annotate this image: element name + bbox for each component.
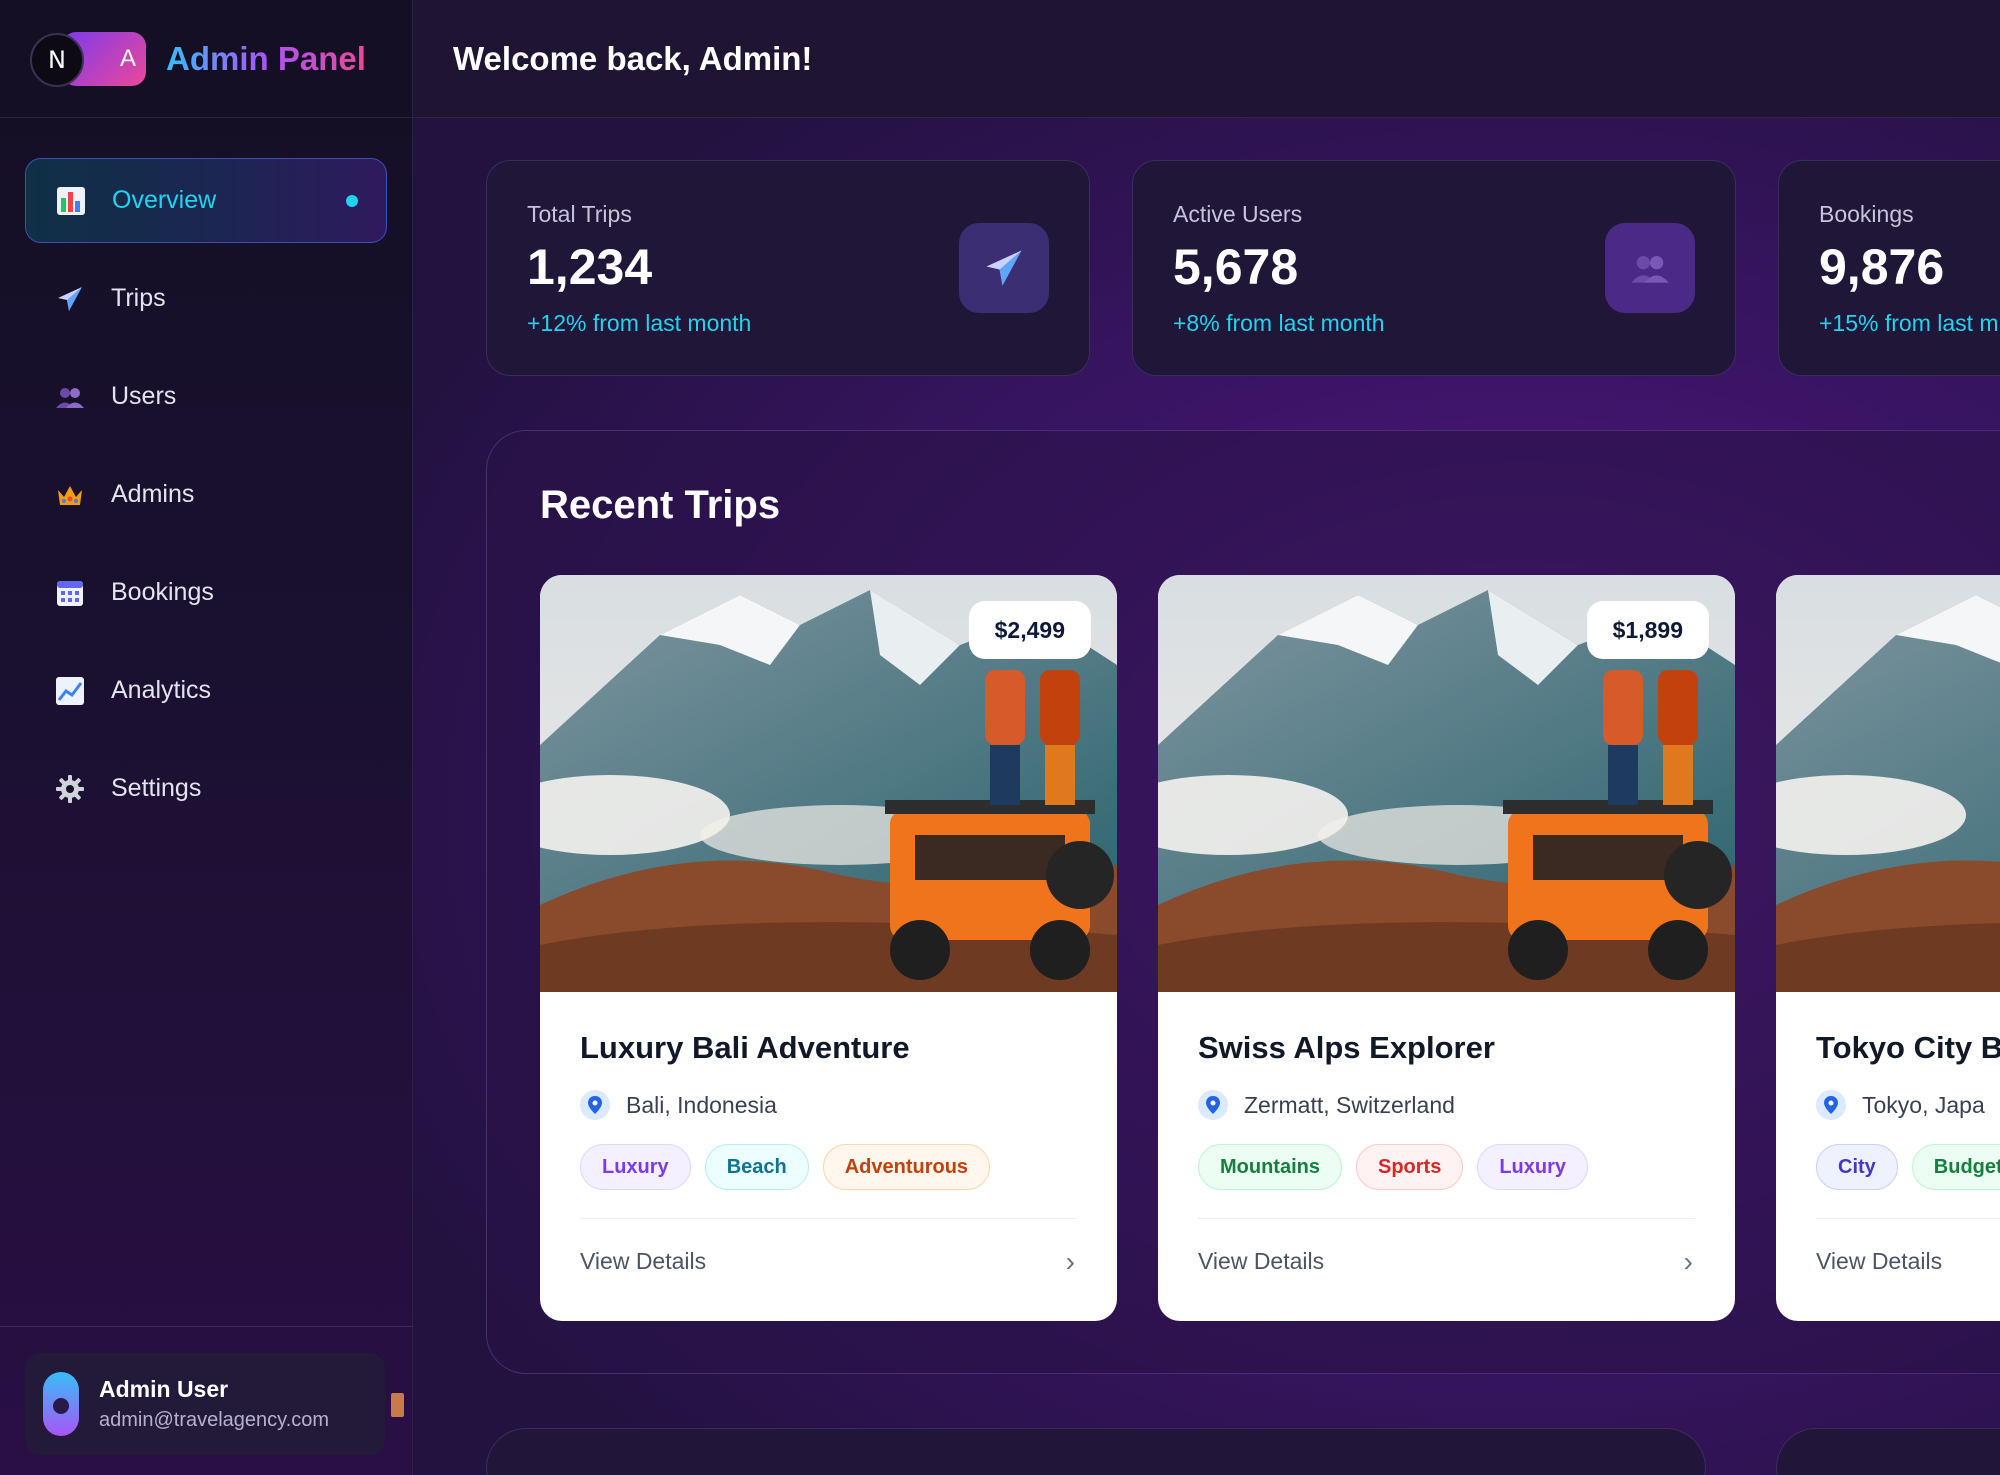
trip-tags: Luxury Beach Adventurous xyxy=(580,1144,1077,1190)
price-badge: $2,499 xyxy=(968,601,1091,659)
sidebar-nav: Overview Trips Users Admins Bookings Ana… xyxy=(0,118,412,831)
trip-image: $1,899 xyxy=(1158,575,1735,992)
sidebar-divider xyxy=(0,1326,413,1327)
location-text: Zermatt, Switzerland xyxy=(1244,1091,1455,1118)
sidebar-item-label: Settings xyxy=(111,774,202,802)
sidebar-item-label: Admins xyxy=(111,480,195,508)
tag: Luxury xyxy=(1477,1144,1589,1190)
user-profile[interactable]: Admin User admin@travelagency.com xyxy=(25,1353,385,1455)
sidebar-item-overview[interactable]: Overview xyxy=(25,158,387,243)
trip-tags: City Budget xyxy=(1816,1144,2000,1190)
user-name: Admin User xyxy=(99,1376,229,1402)
tag: Mountains xyxy=(1198,1144,1342,1190)
users-icon xyxy=(1605,223,1695,313)
view-details-link[interactable]: View Details › xyxy=(580,1218,1077,1304)
bar-chart-icon xyxy=(55,185,87,217)
stat-change: +12% from last month xyxy=(527,310,752,336)
chart-line-icon xyxy=(54,675,86,707)
trip-card[interactable]: $1,899 Swiss Alps Explorer Zermatt, Swit… xyxy=(1158,575,1735,1321)
trip-image: $2,499 xyxy=(540,575,1117,992)
gear-icon xyxy=(54,773,86,805)
sidebar-item-settings[interactable]: Settings xyxy=(25,746,387,831)
tag: Budget xyxy=(1911,1144,2000,1190)
tag: Beach xyxy=(704,1144,809,1190)
airplane-icon xyxy=(54,283,86,315)
price-badge: $1,899 xyxy=(1586,601,1709,659)
stat-card-active-users: Active Users 5,678 +8% from last month xyxy=(1132,160,1736,376)
trip-card-body: Swiss Alps Explorer Zermatt, Switzerland… xyxy=(1158,992,1735,1304)
sidebar-item-trips[interactable]: Trips xyxy=(25,256,387,341)
sidebar: N A Admin Panel Overview Trips Users Adm… xyxy=(0,0,413,1475)
sidebar-item-label: Trips xyxy=(111,284,166,312)
trip-image xyxy=(1776,575,2000,992)
sidebar-item-label: Bookings xyxy=(111,578,214,606)
sidebar-item-admins[interactable]: Admins xyxy=(25,452,387,537)
stat-change: +15% from last m xyxy=(1819,310,1999,336)
trip-location: Bali, Indonesia xyxy=(580,1090,1077,1120)
app-title: Admin Panel xyxy=(166,39,366,77)
trip-tags: Mountains Sports Luxury xyxy=(1198,1144,1695,1190)
trip-card-body: Tokyo City B Tokyo, Japa City Budget Vie… xyxy=(1776,992,2000,1304)
stat-card-bookings: Bookings 9,876 +15% from last m xyxy=(1778,160,2000,376)
trip-title: Luxury Bali Adventure xyxy=(580,1030,910,1065)
page-title: Welcome back, Admin! xyxy=(453,39,813,77)
stats-row: Total Trips 1,234 +12% from last month A… xyxy=(486,160,2000,376)
location-text: Tokyo, Japa xyxy=(1862,1091,1985,1118)
sidebar-item-analytics[interactable]: Analytics xyxy=(25,648,387,733)
resize-handle[interactable] xyxy=(391,1393,404,1417)
n-logo-icon: N xyxy=(30,32,84,87)
location-text: Bali, Indonesia xyxy=(626,1091,777,1118)
sidebar-item-users[interactable]: Users xyxy=(25,354,387,439)
chevron-right-icon: › xyxy=(1683,1245,1693,1277)
stat-value: 9,876 xyxy=(1819,239,1945,295)
calendar-icon xyxy=(54,577,86,609)
bottom-panel xyxy=(1776,1428,2000,1475)
trip-title: Swiss Alps Explorer xyxy=(1198,1030,1495,1065)
trip-title: Tokyo City B xyxy=(1816,1030,2000,1065)
view-details-label: View Details xyxy=(1198,1248,1325,1274)
tag: Adventurous xyxy=(822,1144,991,1190)
trip-card[interactable]: $2,499 Luxury Bali Adventure Bali, Indon… xyxy=(540,575,1117,1321)
trip-card[interactable]: Tokyo City B Tokyo, Japa City Budget Vie… xyxy=(1776,575,2000,1321)
main-content: Welcome back, Admin! Total Trips 1,234 +… xyxy=(413,0,2000,1475)
brand-logo: N A xyxy=(30,30,146,88)
section-title: Recent Trips xyxy=(540,483,781,527)
tag: Sports xyxy=(1356,1144,1464,1190)
user-email: admin@travelagency.com xyxy=(99,1409,330,1431)
location-pin-icon xyxy=(580,1090,610,1120)
trip-location: Zermatt, Switzerland xyxy=(1198,1090,1695,1120)
stat-label: Bookings xyxy=(1819,201,1914,227)
sidebar-item-label: Overview xyxy=(112,186,217,214)
location-pin-icon xyxy=(1198,1090,1228,1120)
top-bar: Welcome back, Admin! xyxy=(413,0,2000,118)
stat-card-total-trips: Total Trips 1,234 +12% from last month xyxy=(486,160,1090,376)
crown-icon xyxy=(54,479,86,511)
airplane-icon xyxy=(959,223,1049,313)
view-details-label: View Details xyxy=(1816,1248,1943,1274)
view-details-link[interactable]: View Details xyxy=(1816,1218,2000,1304)
sidebar-item-label: Analytics xyxy=(111,676,212,704)
chevron-right-icon: › xyxy=(1065,1245,1075,1277)
sidebar-item-bookings[interactable]: Bookings xyxy=(25,550,387,635)
avatar xyxy=(43,1372,79,1436)
brand-header: N A Admin Panel xyxy=(0,0,412,118)
tag: Luxury xyxy=(580,1144,691,1190)
active-indicator-dot xyxy=(346,194,358,207)
view-details-label: View Details xyxy=(580,1248,707,1274)
user-info: Admin User admin@travelagency.com xyxy=(99,1376,329,1432)
recent-trips-panel: Recent Trips $2,499 Luxury Bali Adventur… xyxy=(486,430,2000,1374)
bottom-panel xyxy=(486,1428,1706,1475)
users-icon xyxy=(54,381,86,413)
tag: City xyxy=(1816,1144,1898,1190)
trip-location: Tokyo, Japa xyxy=(1816,1090,2000,1120)
stat-change: +8% from last month xyxy=(1173,310,1385,336)
trip-card-body: Luxury Bali Adventure Bali, Indonesia Lu… xyxy=(540,992,1117,1304)
view-details-link[interactable]: View Details › xyxy=(1198,1218,1695,1304)
sidebar-item-label: Users xyxy=(111,382,177,410)
location-pin-icon xyxy=(1816,1090,1846,1120)
